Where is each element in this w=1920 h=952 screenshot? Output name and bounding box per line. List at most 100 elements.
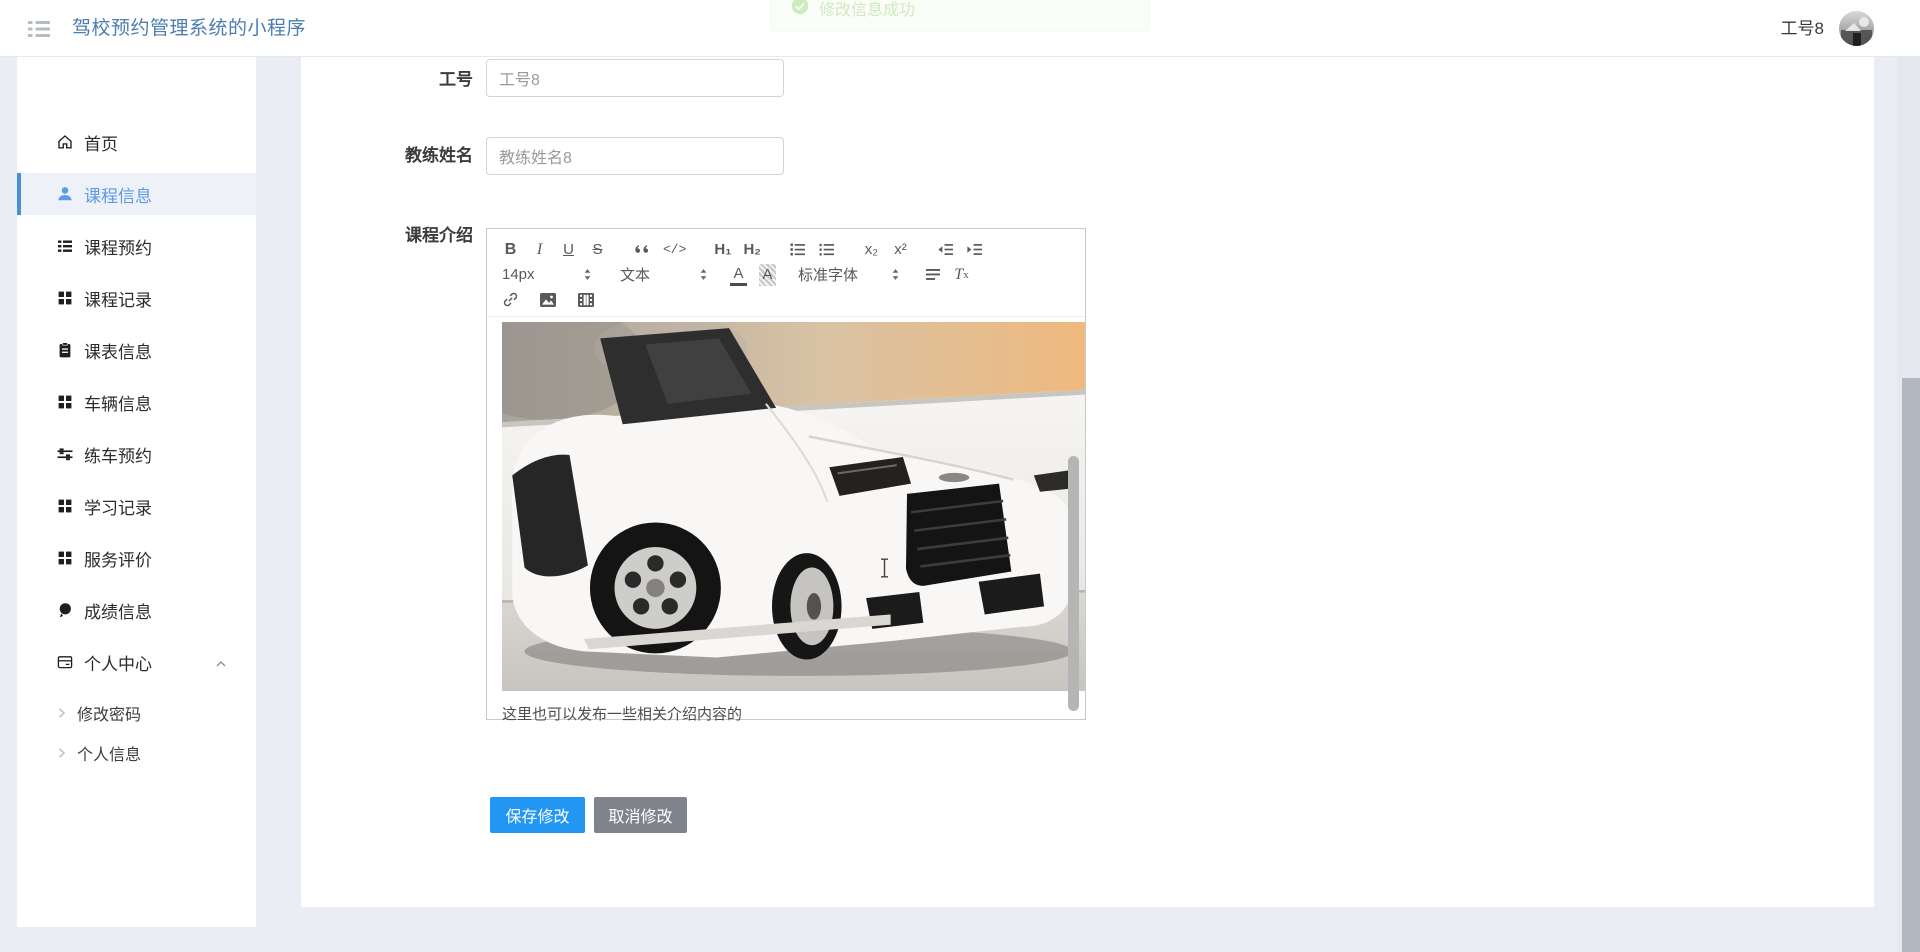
clipboard-icon — [55, 340, 75, 360]
sidebar-item-timetable[interactable]: 课表信息 — [17, 329, 256, 371]
video-icon — [578, 292, 594, 307]
link-button[interactable] — [502, 289, 519, 311]
subscript-button[interactable]: x₂ — [863, 239, 880, 261]
user-icon — [55, 184, 75, 204]
field-label-course-intro: 课程介绍 — [405, 226, 473, 245]
bold-button[interactable]: B — [502, 239, 519, 261]
menu-toggle-icon[interactable] — [28, 20, 50, 43]
ordered-list-icon — [790, 243, 805, 256]
car-photo — [450, 301, 1085, 692]
text-cursor-icon — [880, 558, 889, 583]
updown-arrows-icon — [584, 269, 591, 280]
sidebar-nav: 首页 课程信息 课程预约 课程记录 课表信息 车辆信息 练车预约 学习记录 服务… — [17, 57, 256, 927]
chevron-up-icon — [214, 655, 228, 675]
sidebar-item-label: 车辆信息 — [84, 394, 152, 414]
sidebar-item-label: 成绩信息 — [84, 602, 152, 622]
font-color-button[interactable]: A — [730, 264, 747, 286]
font-family-select[interactable]: 标准字体 — [798, 264, 900, 286]
sidebar-subitem-label: 个人信息 — [77, 747, 142, 764]
grid-icon — [55, 288, 75, 308]
sidebar-item-study-records[interactable]: 学习记录 — [17, 485, 256, 527]
link-icon — [503, 292, 518, 307]
toolbar-row-3 — [487, 287, 1085, 312]
sidebar-item-course-records[interactable]: 课程记录 — [17, 277, 256, 319]
unordered-list-icon — [819, 243, 834, 256]
image-button[interactable] — [539, 289, 557, 311]
check-circle-icon — [791, 0, 809, 20]
page-scrollbar-thumb[interactable] — [1902, 378, 1920, 952]
chevron-right-icon — [57, 747, 66, 759]
sidebar-item-score-info[interactable]: 成绩信息 — [17, 589, 256, 631]
main-content-card: 工号 教练姓名 课程介绍 B I U S </> H₁ H₂ — [301, 57, 1874, 907]
updown-arrows-icon — [700, 269, 707, 280]
align-left-icon — [925, 269, 940, 280]
grid-icon — [55, 392, 75, 412]
bg-color-button[interactable]: A — [759, 263, 776, 286]
sidebar-item-label: 学习记录 — [84, 498, 152, 518]
grid-icon — [55, 548, 75, 568]
page-scrollbar-track[interactable] — [1897, 0, 1920, 952]
sidebar-item-practice-booking[interactable]: 练车预约 — [17, 433, 256, 475]
sidebar-item-label: 课程记录 — [84, 290, 152, 310]
sidebar-item-service-reviews[interactable]: 服务评价 — [17, 537, 256, 579]
clear-format-button[interactable]: Tx — [953, 264, 970, 286]
sidebar-item-label: 课程信息 — [84, 186, 152, 206]
outdent-button[interactable] — [937, 239, 954, 261]
card-icon — [55, 652, 75, 672]
sidebar-item-label: 练车预约 — [84, 446, 152, 466]
save-button[interactable]: 保存修改 — [490, 797, 585, 833]
sidebar-item-course-info[interactable]: 课程信息 — [17, 173, 256, 215]
editor-scrollbar-thumb[interactable] — [1068, 456, 1079, 711]
underline-button[interactable]: U — [560, 239, 577, 261]
sidebar-item-label: 服务评价 — [84, 550, 152, 570]
success-toast: 修改信息成功 — [770, 0, 1150, 32]
outdent-icon — [938, 244, 953, 255]
field-label-staff-id: 工号 — [439, 70, 473, 89]
sidebar-item-personal-center[interactable]: 个人中心 — [17, 641, 256, 683]
unordered-list-button[interactable] — [818, 239, 835, 261]
sidebar-item-course-booking[interactable]: 课程预约 — [17, 225, 256, 267]
editor-content-area[interactable]: 这里也可以发布一些相关介绍内容的 — [450, 301, 1085, 723]
italic-button[interactable]: I — [531, 239, 548, 261]
sidebar-subitem-label: 修改密码 — [77, 707, 142, 724]
coach-name-input[interactable] — [486, 137, 784, 175]
font-size-select[interactable]: 14px — [502, 264, 592, 286]
toolbar-row-1: B I U S </> H₁ H₂ x₂ x² — [487, 237, 1085, 262]
sidebar-item-vehicle-info[interactable]: 车辆信息 — [17, 381, 256, 423]
indent-button[interactable] — [966, 239, 983, 261]
h1-button[interactable]: H₁ — [714, 239, 731, 261]
text-format-select[interactable]: 文本 — [620, 264, 708, 286]
cancel-button[interactable]: 取消修改 — [594, 797, 687, 833]
sidebar-item-home[interactable]: 首页 — [17, 121, 256, 163]
code-button[interactable]: </> — [663, 239, 686, 261]
strikethrough-button[interactable]: S — [589, 239, 606, 261]
medal-icon — [55, 600, 75, 620]
app-title: 驾校预约管理系统的小程序 — [72, 18, 307, 39]
toolbar-row-2: 14px 文本 A A 标准字体 T x — [487, 262, 1085, 287]
sidebar-subitem-personal-info[interactable]: 个人信息 — [17, 733, 256, 773]
list-icon — [55, 236, 75, 256]
video-button[interactable] — [577, 289, 595, 311]
user-avatar[interactable] — [1839, 11, 1874, 46]
grid-icon — [55, 496, 75, 516]
align-button[interactable] — [924, 264, 941, 286]
toast-message: 修改信息成功 — [819, 2, 916, 19]
image-icon — [540, 292, 556, 307]
chevron-right-icon — [57, 707, 66, 719]
quote-button[interactable] — [634, 239, 651, 261]
staff-id-input[interactable] — [486, 59, 784, 97]
user-name[interactable]: 工号8 — [1781, 0, 1824, 57]
sidebar-item-label: 课表信息 — [84, 342, 152, 362]
sidebar-item-label: 个人中心 — [84, 654, 152, 674]
editor-text: 这里也可以发布一些相关介绍内容的 — [502, 706, 743, 724]
sidebar-subitem-change-password[interactable]: 修改密码 — [17, 693, 256, 733]
sidebar-item-label: 课程预约 — [84, 238, 152, 258]
rich-text-editor: B I U S </> H₁ H₂ x₂ x² 14px 文本 A A 标准字体… — [450, 228, 1086, 723]
home-icon — [55, 132, 75, 152]
h2-button[interactable]: H₂ — [743, 239, 761, 261]
indent-icon — [967, 244, 982, 255]
superscript-button[interactable]: x² — [892, 239, 909, 261]
quote-icon — [635, 244, 649, 253]
updown-arrows-icon — [892, 269, 899, 280]
ordered-list-button[interactable] — [789, 239, 806, 261]
